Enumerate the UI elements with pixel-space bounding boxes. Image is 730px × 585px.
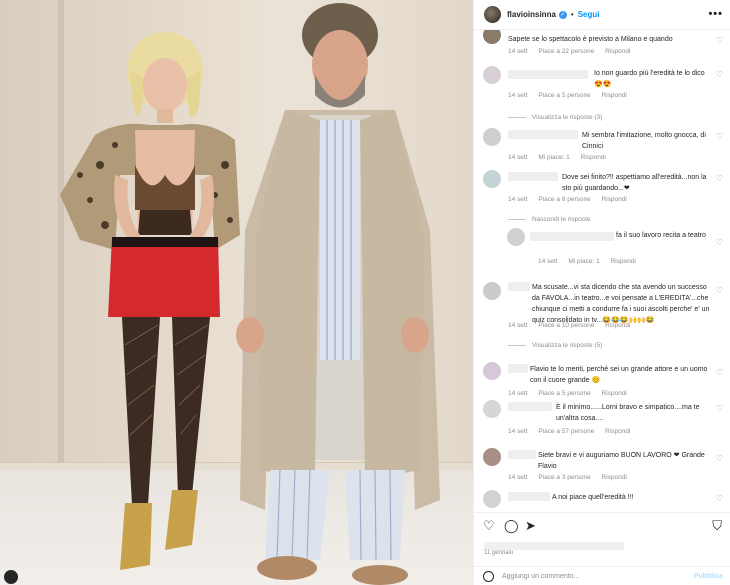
comment-likes[interactable]: Piace a 22 persone: [538, 48, 594, 55]
like-comment-heart-icon[interactable]: ♡: [716, 404, 723, 413]
publish-button[interactable]: Pubblica: [694, 573, 723, 580]
comment-time: 14 sett: [508, 154, 528, 161]
comment-likes[interactable]: Piace a 5 persone: [538, 92, 590, 99]
bookmark-icon[interactable]: ⛉: [712, 519, 722, 532]
comment-text: Io non guardo più l'eredità te lo dico 😍…: [594, 70, 705, 88]
separator-dot: •: [570, 10, 574, 19]
hide-replies-button[interactable]: Nascondi le risposte: [508, 216, 591, 223]
comment-likes[interactable]: Piace a 3 persone: [538, 474, 590, 481]
post-date: 11 gennaio: [484, 550, 514, 556]
like-comment-heart-icon[interactable]: ♡: [716, 238, 723, 247]
reply-button[interactable]: Rispondi: [605, 322, 630, 329]
reply-button[interactable]: Rispondi: [581, 154, 606, 161]
comment-text: Flavio te lo meriti, perché sei un grand…: [530, 366, 708, 384]
commenter-avatar[interactable]: [483, 170, 501, 188]
tagged-user-icon[interactable]: [4, 570, 18, 584]
comment-meta: 14 sett Piace a 5 persone Rispondi: [508, 92, 636, 99]
more-options-icon[interactable]: •••: [708, 8, 723, 20]
comment-likes[interactable]: Piace a 10 persone: [538, 322, 594, 329]
like-comment-heart-icon[interactable]: ♡: [716, 368, 723, 377]
commenter-avatar[interactable]: [483, 362, 501, 380]
commenter-avatar[interactable]: [507, 228, 525, 246]
comment-time: 14 sett: [508, 428, 528, 435]
post-header: flavioinsinna ✓ • Segui •••: [474, 0, 730, 30]
follow-button[interactable]: Segui: [578, 10, 600, 19]
comments-list[interactable]: Sapete se lo spettacolo è previsto a Mil…: [474, 30, 730, 510]
comment-likes[interactable]: Mi piace: 1: [568, 258, 599, 265]
heart-icon[interactable]: ♡: [483, 519, 495, 532]
comment-text: Ma scusate...vi sta dicendo che sta aven…: [532, 284, 710, 324]
comment-meta: 14 sett Piace a 22 persone Rispondi: [508, 48, 639, 55]
post-actions-bar: ♡ ◯ ➤ ⛉: [474, 512, 730, 536]
comment-meta: 14 sett Mi piace: 1 Rispondi: [508, 154, 615, 161]
comment-meta: 14 sett Piace a 5 persone Rispondi: [508, 390, 636, 397]
share-icon[interactable]: ➤: [525, 519, 536, 532]
reply-button[interactable]: Rispondi: [605, 428, 630, 435]
comment-likes[interactable]: Mi piace: 1: [538, 154, 569, 161]
comment-text: Dove sei finito?!! aspettiamo all'eredit…: [562, 174, 707, 192]
like-comment-heart-icon[interactable]: ♡: [716, 36, 723, 45]
commenter-avatar[interactable]: [483, 30, 501, 44]
author-username[interactable]: flavioinsinna: [507, 10, 556, 19]
like-comment-heart-icon[interactable]: ♡: [716, 174, 723, 183]
reply-button[interactable]: Rispondi: [605, 48, 630, 55]
comment-time: 14 sett: [508, 92, 528, 99]
likes-count-redacted: [484, 542, 624, 550]
verified-badge-icon: ✓: [558, 10, 567, 19]
comment-text: A noi piace quell'eredità !!!: [552, 494, 634, 501]
comment-meta: 14 sett Mi piace: 1 Rispondi: [538, 258, 645, 265]
commenter-avatar[interactable]: [483, 128, 501, 146]
commenter-avatar[interactable]: [483, 490, 501, 508]
comment-text: Mi sembra l'imitazione, molto gnocca, di…: [582, 132, 706, 150]
comment-time: 14 sett: [508, 48, 528, 55]
commenter-avatar[interactable]: [483, 66, 501, 84]
comment-time: 14 sett: [538, 258, 558, 265]
like-comment-heart-icon[interactable]: ♡: [716, 286, 723, 295]
view-replies-button[interactable]: Visualizza le risposte (3): [508, 114, 602, 121]
like-comment-heart-icon[interactable]: ♡: [716, 132, 723, 141]
view-replies-button[interactable]: Visualizza le risposte (5): [508, 342, 602, 349]
comment-meta: 14 sett Piace a 10 persone Rispondi: [508, 322, 639, 329]
comment-meta: 14 sett Piace a 6 persone Rispondi: [508, 196, 636, 203]
commenter-avatar[interactable]: [483, 448, 501, 466]
post-side-panel: flavioinsinna ✓ • Segui ••• Sapete se lo…: [473, 0, 730, 585]
comment-text: Sapete se lo spettacolo è previsto a Mil…: [508, 36, 673, 43]
reply-button[interactable]: Rispondi: [602, 92, 627, 99]
comment-likes[interactable]: Piace a 57 persone: [538, 428, 594, 435]
comment-likes[interactable]: Piace a 5 persone: [538, 390, 590, 397]
comment-icon[interactable]: ◯: [504, 519, 519, 532]
post-image[interactable]: [0, 0, 473, 585]
post-info: 11 gennaio: [474, 538, 730, 562]
comment-likes[interactable]: Piace a 6 persone: [538, 196, 590, 203]
comment-time: 14 sett: [508, 196, 528, 203]
person-right: [236, 3, 440, 585]
like-comment-heart-icon[interactable]: ♡: [716, 454, 723, 463]
like-comment-heart-icon[interactable]: ♡: [716, 494, 723, 503]
comment-time: 14 sett: [508, 322, 528, 329]
commenter-avatar[interactable]: [483, 282, 501, 300]
author-avatar[interactable]: [484, 6, 501, 23]
comment-text: fa il suo lavoro recita a teatro: [616, 232, 706, 239]
reply-button[interactable]: Rispondi: [602, 196, 627, 203]
emoji-icon[interactable]: [483, 570, 494, 582]
comment-input[interactable]: [502, 572, 682, 580]
comment-meta: 14 sett Piace a 3 persone Rispondi: [508, 474, 636, 481]
reply-button[interactable]: Rispondi: [602, 390, 627, 397]
reply-button[interactable]: Rispondi: [602, 474, 627, 481]
comment-time: 14 sett: [508, 390, 528, 397]
like-comment-heart-icon[interactable]: ♡: [716, 70, 723, 79]
commenter-avatar[interactable]: [483, 400, 501, 418]
comment-text: Siete bravi e vi auguriamo BUON LAVORO ❤…: [538, 452, 705, 470]
reply-button[interactable]: Rispondi: [611, 258, 636, 265]
comment-text: È il minimo......Lorni bravo e simpatico…: [556, 404, 700, 422]
comment-time: 14 sett: [508, 474, 528, 481]
comment-meta: 14 sett Piace a 57 persone Rispondi: [508, 428, 639, 435]
add-comment-bar: Pubblica: [474, 566, 730, 585]
